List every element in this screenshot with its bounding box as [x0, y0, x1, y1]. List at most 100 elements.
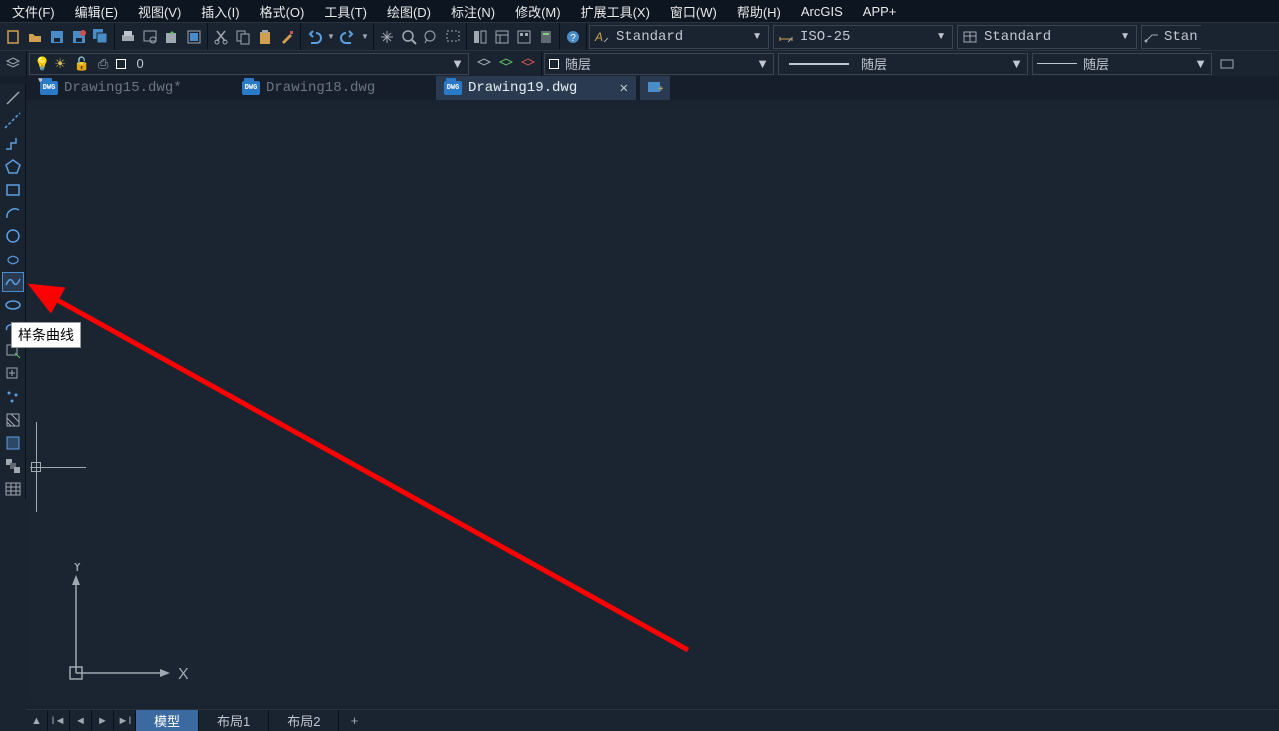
- chevron-down-icon: ▼: [756, 56, 769, 71]
- layout-prev-button[interactable]: ◄: [70, 710, 92, 731]
- table-tool[interactable]: [2, 479, 24, 499]
- document-tabs: ▼ DWG Drawing15.dwg* DWG Drawing18.dwg D…: [0, 76, 1279, 100]
- undo-button[interactable]: [304, 27, 324, 47]
- matchprop-button[interactable]: [277, 27, 297, 47]
- rectangle-tool[interactable]: [2, 180, 24, 200]
- spline-tool[interactable]: [2, 272, 24, 292]
- pan-button[interactable]: [377, 27, 397, 47]
- plot-button[interactable]: [184, 27, 204, 47]
- zoom-prev-button[interactable]: [421, 27, 441, 47]
- mleader-style-combo[interactable]: Stan: [1141, 25, 1201, 49]
- help-button[interactable]: ?: [563, 27, 583, 47]
- menu-view[interactable]: 视图(V): [128, 0, 191, 23]
- layer-manager-button[interactable]: [3, 54, 23, 74]
- cut-button[interactable]: [211, 27, 231, 47]
- color-combo[interactable]: 随层 ▼: [544, 53, 774, 75]
- new-tab-button[interactable]: +: [640, 76, 670, 100]
- bylayer-button[interactable]: [1217, 54, 1237, 74]
- menu-edit[interactable]: 编辑(E): [65, 0, 128, 23]
- menu-modify[interactable]: 修改(M): [505, 0, 571, 23]
- undo-dropdown[interactable]: ▼: [326, 27, 336, 47]
- layer-match-button[interactable]: [496, 54, 516, 74]
- redo-dropdown[interactable]: ▼: [360, 27, 370, 47]
- print-icon: ⎙: [98, 56, 108, 72]
- layout-next-button[interactable]: ►: [92, 710, 114, 731]
- menu-appplus[interactable]: APP+: [853, 2, 907, 21]
- table-style-combo[interactable]: Standard ▼: [957, 25, 1137, 49]
- tab-drawing18[interactable]: DWG Drawing18.dwg: [234, 76, 434, 100]
- menu-help[interactable]: 帮助(H): [727, 0, 791, 23]
- new-button[interactable]: [3, 27, 23, 47]
- arc-tool[interactable]: [2, 203, 24, 223]
- make-block-tool[interactable]: [2, 364, 24, 384]
- ellipse-tool[interactable]: [2, 295, 24, 315]
- paste-button[interactable]: [255, 27, 275, 47]
- tab-drawing15[interactable]: DWG Drawing15.dwg*: [32, 76, 232, 100]
- linetype-combo[interactable]: 随层 ▼: [778, 53, 1028, 75]
- lineweight-combo[interactable]: 随层 ▼: [1032, 53, 1212, 75]
- print-button[interactable]: [118, 27, 138, 47]
- dim-style-combo[interactable]: ISO-25 ▼: [773, 25, 953, 49]
- line-tool[interactable]: [2, 88, 24, 108]
- chevron-down-icon: ▼: [1194, 56, 1207, 71]
- dim-style-value: ISO-25: [796, 29, 932, 45]
- layout-first-button[interactable]: I◄: [48, 710, 70, 731]
- tab-layout1[interactable]: 布局1: [199, 710, 269, 731]
- menu-format[interactable]: 格式(O): [250, 0, 315, 23]
- chevron-down-icon: ▼: [932, 31, 950, 42]
- point-tool[interactable]: [2, 387, 24, 407]
- polyline-tool[interactable]: [2, 134, 24, 154]
- region-tool[interactable]: [2, 456, 24, 476]
- text-style-combo[interactable]: A Standard ▼: [589, 25, 769, 49]
- preview-button[interactable]: [140, 27, 160, 47]
- close-icon[interactable]: ✕: [620, 80, 628, 97]
- props-button[interactable]: [470, 27, 490, 47]
- tab-layout2[interactable]: 布局2: [269, 710, 339, 731]
- hatch-tool[interactable]: [2, 410, 24, 430]
- chevron-down-icon: ▼: [748, 31, 766, 42]
- zoom-button[interactable]: [399, 27, 419, 47]
- menu-extend[interactable]: 扩展工具(X): [571, 0, 660, 23]
- layout-up-button[interactable]: ▲: [26, 710, 48, 731]
- menu-file[interactable]: 文件(F): [2, 0, 65, 23]
- color-value: 随层: [559, 54, 756, 73]
- menu-arcgis[interactable]: ArcGIS: [791, 2, 853, 21]
- xline-tool[interactable]: [2, 111, 24, 131]
- layer-prev-button[interactable]: [474, 54, 494, 74]
- layer-iso-button[interactable]: [518, 54, 538, 74]
- polygon-tool[interactable]: [2, 157, 24, 177]
- drawing-canvas[interactable]: X Y: [26, 108, 1279, 703]
- gradient-tool[interactable]: [2, 433, 24, 453]
- layout-last-button[interactable]: ►I: [114, 710, 136, 731]
- design-center-button[interactable]: [492, 27, 512, 47]
- redo-button[interactable]: [338, 27, 358, 47]
- publish-button[interactable]: [162, 27, 182, 47]
- revcloud-tool[interactable]: [2, 249, 24, 269]
- lineweight-sample: [1037, 63, 1077, 64]
- menu-window[interactable]: 窗口(W): [660, 0, 727, 23]
- circle-tool[interactable]: [2, 226, 24, 246]
- text-style-value: Standard: [612, 29, 748, 45]
- menu-draw[interactable]: 绘图(D): [377, 0, 441, 23]
- menu-annotate[interactable]: 标注(N): [441, 0, 505, 23]
- chevron-down-icon: ▼: [451, 56, 464, 71]
- zoom-window-button[interactable]: [443, 27, 463, 47]
- menu-insert[interactable]: 插入(I): [191, 0, 249, 23]
- saveas-button[interactable]: [69, 27, 89, 47]
- saveall-button[interactable]: [91, 27, 111, 47]
- tooltip-spline: 样条曲线: [11, 322, 81, 348]
- svg-text:X: X: [178, 666, 188, 683]
- menu-bar: 文件(F) 编辑(E) 视图(V) 插入(I) 格式(O) 工具(T) 绘图(D…: [0, 0, 1279, 22]
- open-button[interactable]: [25, 27, 45, 47]
- layer-combo[interactable]: 💡 ☀ 🔓 ⎙ 0 ▼: [29, 53, 469, 75]
- tab-drawing19[interactable]: DWG Drawing19.dwg ✕: [436, 76, 636, 100]
- menu-tools[interactable]: 工具(T): [314, 0, 377, 23]
- add-layout-button[interactable]: +: [339, 710, 369, 731]
- calc-button[interactable]: [536, 27, 556, 47]
- tool-palette-button[interactable]: [514, 27, 534, 47]
- tab-model[interactable]: 模型: [136, 710, 199, 731]
- save-button[interactable]: [47, 27, 67, 47]
- sun-icon: ☀: [54, 56, 66, 72]
- copy-button[interactable]: [233, 27, 253, 47]
- svg-text:Y: Y: [72, 563, 83, 575]
